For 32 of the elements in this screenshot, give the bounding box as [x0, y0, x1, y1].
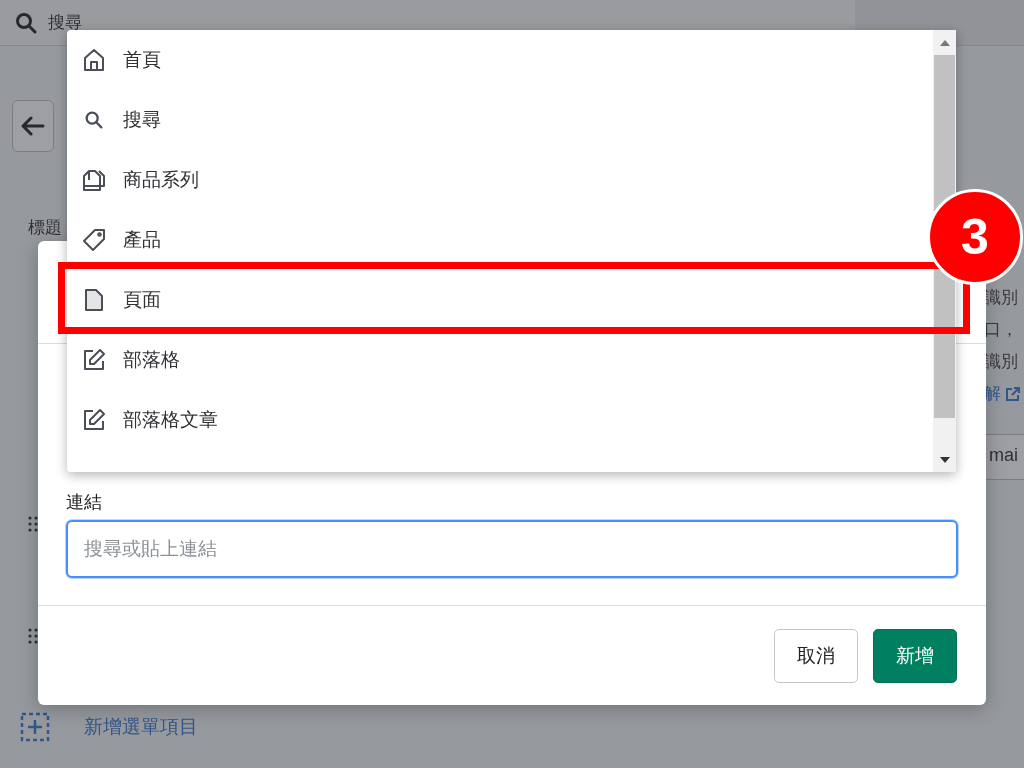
scroll-up-icon[interactable] — [939, 39, 950, 46]
document-icon — [84, 288, 104, 312]
home-icon — [82, 48, 106, 72]
drag-handle-icon[interactable] — [28, 516, 38, 532]
back-arrow-icon — [21, 116, 45, 136]
edit-icon — [82, 348, 106, 372]
drag-handle-icon[interactable] — [28, 628, 38, 644]
option-label: 部落格文章 — [123, 408, 218, 432]
tag-icon — [82, 228, 106, 252]
description-text: 口， — [984, 319, 1018, 341]
link-input-field[interactable]: 搜尋或貼上連結 — [66, 520, 958, 578]
menu-option[interactable]: 部落格 — [67, 330, 933, 390]
collection-icon — [82, 168, 106, 192]
option-label: 部落格 — [123, 348, 180, 372]
external-link-icon — [1005, 385, 1021, 402]
menu-option[interactable]: 搜尋 — [67, 90, 933, 150]
back-button[interactable] — [12, 100, 54, 152]
search-icon — [14, 10, 38, 35]
add-item-icon[interactable] — [20, 712, 50, 742]
edit-icon — [82, 408, 106, 432]
field-label: 標題 — [28, 217, 62, 239]
option-label: 搜尋 — [123, 108, 161, 132]
option-label: 產品 — [123, 228, 161, 252]
option-label: 商品系列 — [123, 168, 199, 192]
scroll-down-icon[interactable] — [939, 456, 950, 463]
add-button[interactable]: 新增 — [873, 628, 957, 683]
cancel-button[interactable]: 取消 — [774, 628, 858, 683]
menu-option[interactable]: 部落格文章 — [67, 390, 933, 450]
search-icon — [83, 109, 105, 131]
option-label: 首頁 — [123, 48, 161, 72]
field-label: 連結 — [66, 491, 103, 514]
option-label: 頁面 — [123, 288, 161, 312]
